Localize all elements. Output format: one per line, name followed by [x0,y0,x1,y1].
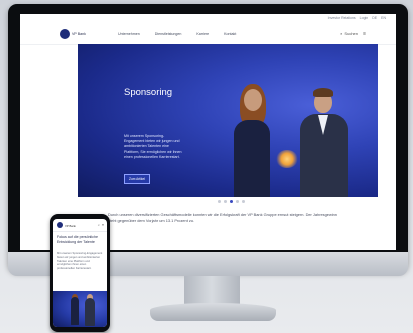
hero-cta-button[interactable]: Zum Artikel [124,174,150,184]
monitor-stand-base [150,303,276,321]
hamburger-icon[interactable]: ≡ [102,223,104,227]
phone-hero-person-woman [71,297,79,325]
nav-item-karriere[interactable]: Karriere [194,32,211,36]
phone-nav-icons: ⌕ ≡ [98,223,104,227]
nav-item-unternehmen[interactable]: Unternehmen [116,32,142,36]
main-nav: VP Bank Unternehmen Dienstleistungen Kar… [20,24,396,45]
carousel-dot[interactable] [224,200,227,203]
phone-headline: Fokus auf die persönliche Entwicklung de… [57,235,98,244]
monitor-stand-neck [184,276,240,306]
hero-text: Mit unserem Sponsoring-Engagement bieten… [124,134,182,159]
utility-bar: Investor Relations Login DE EN [20,14,396,24]
phone-hero-person-man [85,298,95,326]
brand-logo[interactable] [60,29,70,39]
hero-banner: Sponsoring Mit unserem Sponsoring-Engage… [78,44,378,197]
carousel-dot-active[interactable] [230,200,233,203]
search-icon: ⌕ [340,31,343,36]
intro-paragraph: Durch unseren diversifizierten Geschäfts… [108,212,337,223]
carousel-dot[interactable] [236,200,239,203]
utility-link-investor-relations[interactable]: Investor Relations [328,16,356,20]
hero-title: Sponsoring [124,87,173,98]
carousel-dot[interactable] [242,200,245,203]
carousel-dot[interactable] [218,200,221,203]
nav-menu: Unternehmen Dienstleistungen Karriere Ko… [116,32,238,36]
phone-text: Mit unserem Sponsoring-Engagement bieten… [57,252,103,271]
phone-brand-name[interactable]: VP Bank [65,224,76,228]
carousel-pagination [218,200,245,203]
hamburger-icon[interactable]: ≡ [363,31,366,37]
search-button[interactable]: ⌕ Suchen [340,31,358,36]
utility-link-login[interactable]: Login [360,16,369,20]
nav-item-kontakt[interactable]: Kontakt [222,32,238,36]
nav-item-dienstleistungen[interactable]: Dienstleistungen [153,32,184,36]
hero-person-woman-body [234,120,270,197]
hero-person-man-hair [313,88,333,97]
hero-person-woman [244,89,262,111]
phone-hero-image [53,291,107,327]
brand-name[interactable]: VP Bank [72,32,86,36]
utility-links: Investor Relations Login DE EN [328,16,386,20]
language-de[interactable]: DE [372,16,377,20]
phone-brand-logo[interactable] [57,222,63,228]
search-icon[interactable]: ⌕ [98,223,100,227]
search-label: Suchen [344,31,358,36]
hero-light-glow [276,150,298,168]
language-en[interactable]: EN [381,16,386,20]
phone-nav: VP Bank ⌕ ≡ [53,219,107,232]
phone-screen: VP Bank ⌕ ≡ Fokus auf die persönliche En… [53,219,107,327]
smartphone: VP Bank ⌕ ≡ Fokus auf die persönliche En… [50,214,110,332]
